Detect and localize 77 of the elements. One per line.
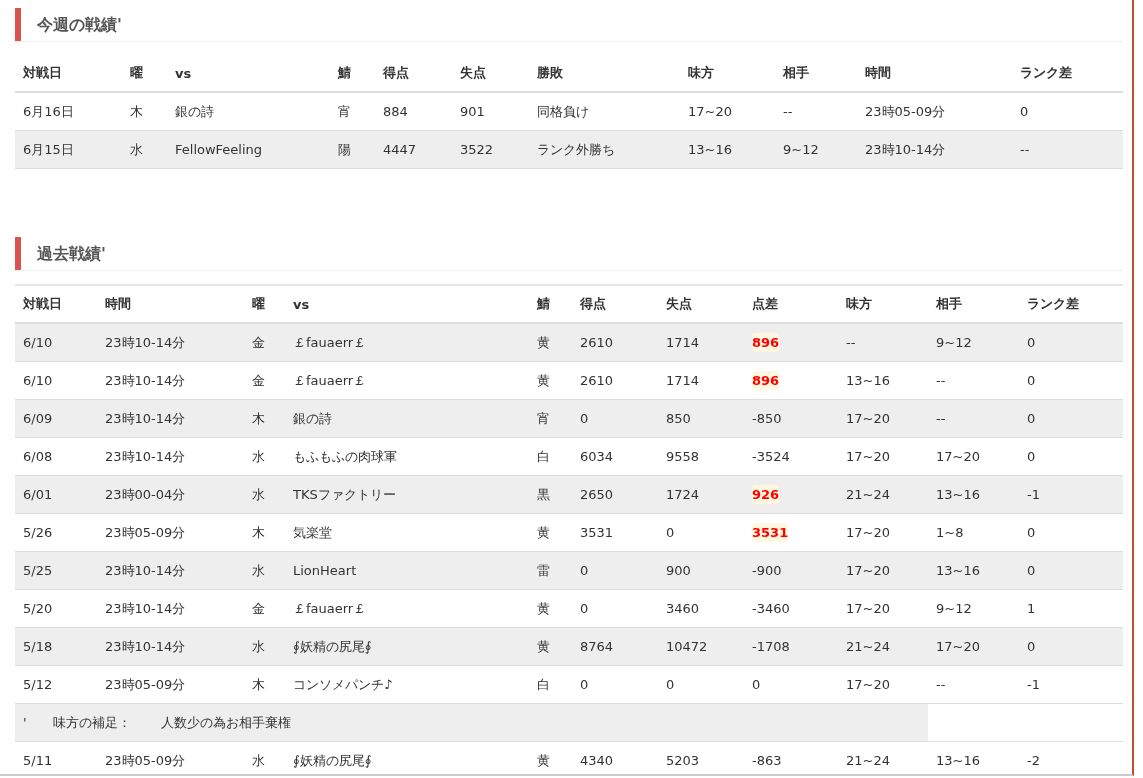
table-cell: 900 — [658, 552, 744, 590]
table-cell: 926 — [752, 485, 780, 504]
table-cell: -850 — [752, 411, 782, 426]
table-cell: TKSファクトリー — [285, 476, 529, 514]
note-text: 人数少の為お相手棄権 — [160, 713, 291, 732]
table-cell: 水 — [244, 476, 285, 514]
table-cell: 0 — [1019, 552, 1123, 590]
table-cell: LionHeart — [285, 552, 529, 590]
table-cell: FellowFeeling — [167, 131, 330, 169]
table-cell: 13~16 — [928, 476, 1019, 514]
table-cell: 6/10 — [15, 324, 97, 362]
table-cell: 0 — [572, 552, 658, 590]
table-cell: 3531 — [752, 523, 789, 542]
table-cell: 9~12 — [775, 131, 857, 169]
table-cell: 0 — [1019, 400, 1123, 438]
table-cell: 4447 — [375, 131, 452, 169]
table-cell: -3460 — [752, 601, 790, 616]
table-cell: 宵 — [529, 400, 572, 438]
table-cell: 金 — [244, 324, 285, 362]
table-cell: 1714 — [658, 324, 744, 362]
table-cell: 850 — [658, 400, 744, 438]
table-cell: 1724 — [658, 476, 744, 514]
table-cell: 17~20 — [928, 628, 1019, 666]
table-cell: 23時00-04分 — [97, 476, 244, 514]
table-cell: 896 — [752, 333, 780, 352]
table-cell: -- — [1012, 131, 1123, 169]
table-cell: 6月15日 — [15, 131, 122, 169]
table-cell: 9~12 — [928, 324, 1019, 362]
table-cell: 0 — [1019, 628, 1123, 666]
table-cell: 陽 — [330, 131, 375, 169]
table-cell: 水 — [122, 131, 167, 169]
table-cell: 13~16 — [928, 552, 1019, 590]
table-cell: 0 — [752, 677, 761, 692]
table-cell: 木 — [244, 400, 285, 438]
table-cell: -863 — [752, 753, 782, 768]
table-cell: ランク外勝ち — [529, 131, 680, 169]
table-cell: 17~20 — [838, 400, 928, 438]
table-cell: 5/25 — [15, 552, 97, 590]
table-cell: -- — [838, 324, 928, 362]
table-cell: 896 — [752, 371, 780, 390]
section-heading: 過去戦績' — [15, 237, 1123, 270]
table-cell: 黒 — [529, 476, 572, 514]
table-cell: -- — [928, 400, 1019, 438]
table-cell: 23時10-14分 — [97, 552, 244, 590]
table-cell: 0 — [572, 400, 658, 438]
table-cell: 23時10-14分 — [97, 400, 244, 438]
table-cell: 黄 — [529, 628, 572, 666]
table-cell: 23時10-14分 — [97, 628, 244, 666]
table-cell: 雷 — [529, 552, 572, 590]
table-cell: 13~16 — [680, 131, 775, 169]
table-cell: 6/01 — [15, 476, 97, 514]
table-cell: 0 — [1019, 324, 1123, 362]
table-cell: 2650 — [572, 476, 658, 514]
table-cell: 3522 — [452, 131, 529, 169]
section-heading: 今週の戦績' — [15, 8, 1123, 41]
table-cell: -1 — [1019, 476, 1123, 514]
table-cell: 21~24 — [838, 476, 928, 514]
note-label: 味方の補足： — [52, 714, 131, 730]
table-cell: 水 — [244, 552, 285, 590]
table-cell: 8764 — [572, 628, 658, 666]
table-cell: ￡fauaerr￡ — [285, 324, 529, 362]
table-cell: -3524 — [752, 449, 790, 464]
table-cell: 10472 — [658, 628, 744, 666]
table-cell: ∮妖精の尻尾∮ — [285, 628, 529, 666]
table-cell: 5/18 — [15, 628, 97, 666]
table-cell: 銀の詩 — [285, 400, 529, 438]
table-cell: -900 — [752, 563, 782, 578]
table-cell: 17~20 — [838, 552, 928, 590]
table-cell: 23時10-14分 — [857, 131, 1012, 169]
table-cell: 21~24 — [838, 628, 928, 666]
table-cell: 黄 — [529, 324, 572, 362]
table-cell: 23時10-14分 — [97, 324, 244, 362]
table-cell: 6/09 — [15, 400, 97, 438]
note-mark: ' — [23, 715, 27, 730]
table-cell: -1708 — [752, 639, 790, 654]
table-cell: 2610 — [572, 324, 658, 362]
table-cell: 水 — [244, 628, 285, 666]
